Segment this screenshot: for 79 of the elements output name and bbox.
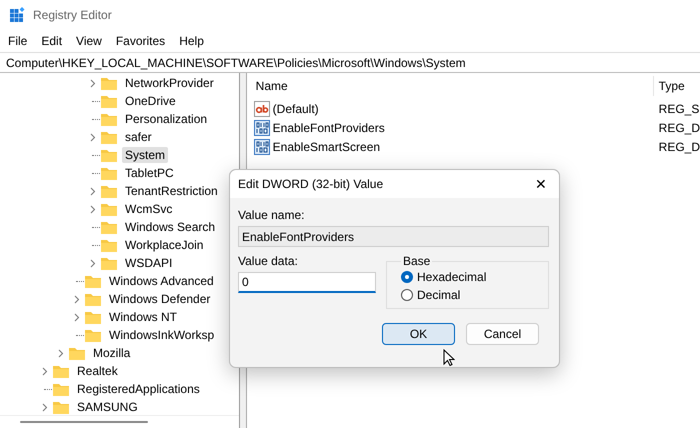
value-name: EnableFontProviders — [272, 120, 385, 134]
tree-item[interactable]: Windows Defender — [106, 291, 214, 307]
folder-icon — [52, 400, 70, 414]
folder-icon — [52, 364, 70, 378]
value-type: REG_D — [658, 120, 700, 134]
tree-item[interactable]: TenantRestriction — [122, 183, 221, 199]
chevron-icon[interactable] — [74, 294, 80, 304]
string-value-icon — [254, 100, 270, 116]
folder-icon — [68, 346, 86, 360]
chevron-icon[interactable] — [42, 402, 48, 412]
tree-item[interactable]: Personalization — [122, 111, 210, 127]
chevron-icon[interactable] — [58, 348, 64, 358]
scrollbar-thumb[interactable] — [20, 421, 148, 423]
tree-item[interactable]: OneDrive — [122, 93, 179, 109]
menu-item[interactable]: Help — [173, 32, 210, 50]
close-button[interactable]: ✕ — [523, 170, 559, 198]
folder-icon — [84, 328, 102, 342]
tree-item[interactable]: WindowsInkWorksp — [106, 327, 218, 343]
tree-item[interactable]: WSDAPI — [122, 255, 176, 271]
folder-icon — [100, 130, 118, 144]
value-type: REG_D — [658, 140, 700, 154]
radio-option[interactable]: Hexadecimal — [401, 270, 542, 284]
folder-icon — [100, 202, 118, 216]
dialog-button[interactable]: Cancel — [466, 323, 539, 345]
folder-icon — [52, 382, 70, 396]
tree-item[interactable]: WcmSvc — [122, 201, 176, 217]
menu-item[interactable]: Favorites — [110, 32, 172, 50]
chevron-icon[interactable] — [90, 204, 96, 214]
tree-item[interactable]: SAMSUNG — [74, 399, 141, 415]
chevron-icon[interactable] — [90, 186, 96, 196]
column-header[interactable]: Type — [654, 76, 700, 96]
tree-item[interactable]: Windows NT — [106, 309, 180, 325]
address-bar[interactable]: Computer\HKEY_LOCAL_MACHINE\SOFTWARE\Policies\Microsoft\Windows\System — [0, 52, 700, 73]
folder-icon — [100, 94, 118, 108]
tree-item[interactable]: Realtek — [74, 363, 121, 379]
menu-item[interactable]: View — [70, 32, 108, 50]
folder-icon — [100, 76, 118, 90]
folder-icon — [84, 310, 102, 324]
tree-item[interactable]: safer — [122, 129, 155, 145]
dialog-button[interactable]: OK — [382, 323, 455, 345]
folder-icon — [84, 292, 102, 306]
value-type: REG_S — [658, 102, 700, 116]
chevron-icon[interactable] — [42, 366, 48, 376]
field-label: Value data: — [238, 254, 299, 268]
menu-item[interactable]: File — [2, 32, 34, 50]
tree-item[interactable]: Windows Advanced — [106, 273, 217, 289]
tree-item[interactable]: System — [122, 147, 168, 163]
menu-item[interactable]: Edit — [35, 32, 68, 50]
field-label: Value name: — [238, 208, 306, 222]
folder-icon — [100, 166, 118, 180]
tree-item[interactable]: WorkplaceJoin — [122, 237, 206, 253]
group-label: Base — [402, 254, 432, 268]
binary-value-icon — [254, 138, 270, 154]
chevron-icon[interactable] — [90, 258, 96, 268]
dialog-title: Edit DWORD (32-bit) Value — [238, 177, 384, 191]
chevron-icon[interactable] — [74, 312, 80, 322]
binary-value-icon — [254, 120, 270, 136]
folder-icon — [100, 238, 118, 252]
value-data-field[interactable]: 0 — [238, 272, 376, 293]
tree-item[interactable]: NetworkProvider — [122, 75, 217, 91]
value-name: (Default) — [272, 102, 319, 116]
folder-icon — [100, 220, 118, 234]
window-title: Registry Editor — [33, 8, 112, 22]
tree-item[interactable]: Mozilla — [90, 345, 134, 361]
folder-icon — [100, 148, 118, 162]
value-name-field[interactable]: EnableFontProviders — [238, 226, 549, 247]
registry-editor-icon — [9, 7, 25, 23]
folder-icon — [84, 274, 102, 288]
tree-item[interactable]: TabletPC — [122, 165, 177, 181]
tree-item[interactable]: Windows Search — [122, 219, 218, 235]
tree-item[interactable]: RegisteredApplications — [74, 381, 203, 397]
folder-icon — [100, 256, 118, 270]
value-name: EnableSmartScreen — [272, 140, 380, 154]
folder-icon — [100, 184, 118, 198]
folder-icon — [100, 112, 118, 126]
chevron-icon[interactable] — [90, 78, 96, 88]
radio-option[interactable]: Decimal — [401, 288, 542, 302]
column-header[interactable]: Name — [250, 76, 654, 96]
chevron-icon[interactable] — [90, 132, 96, 142]
